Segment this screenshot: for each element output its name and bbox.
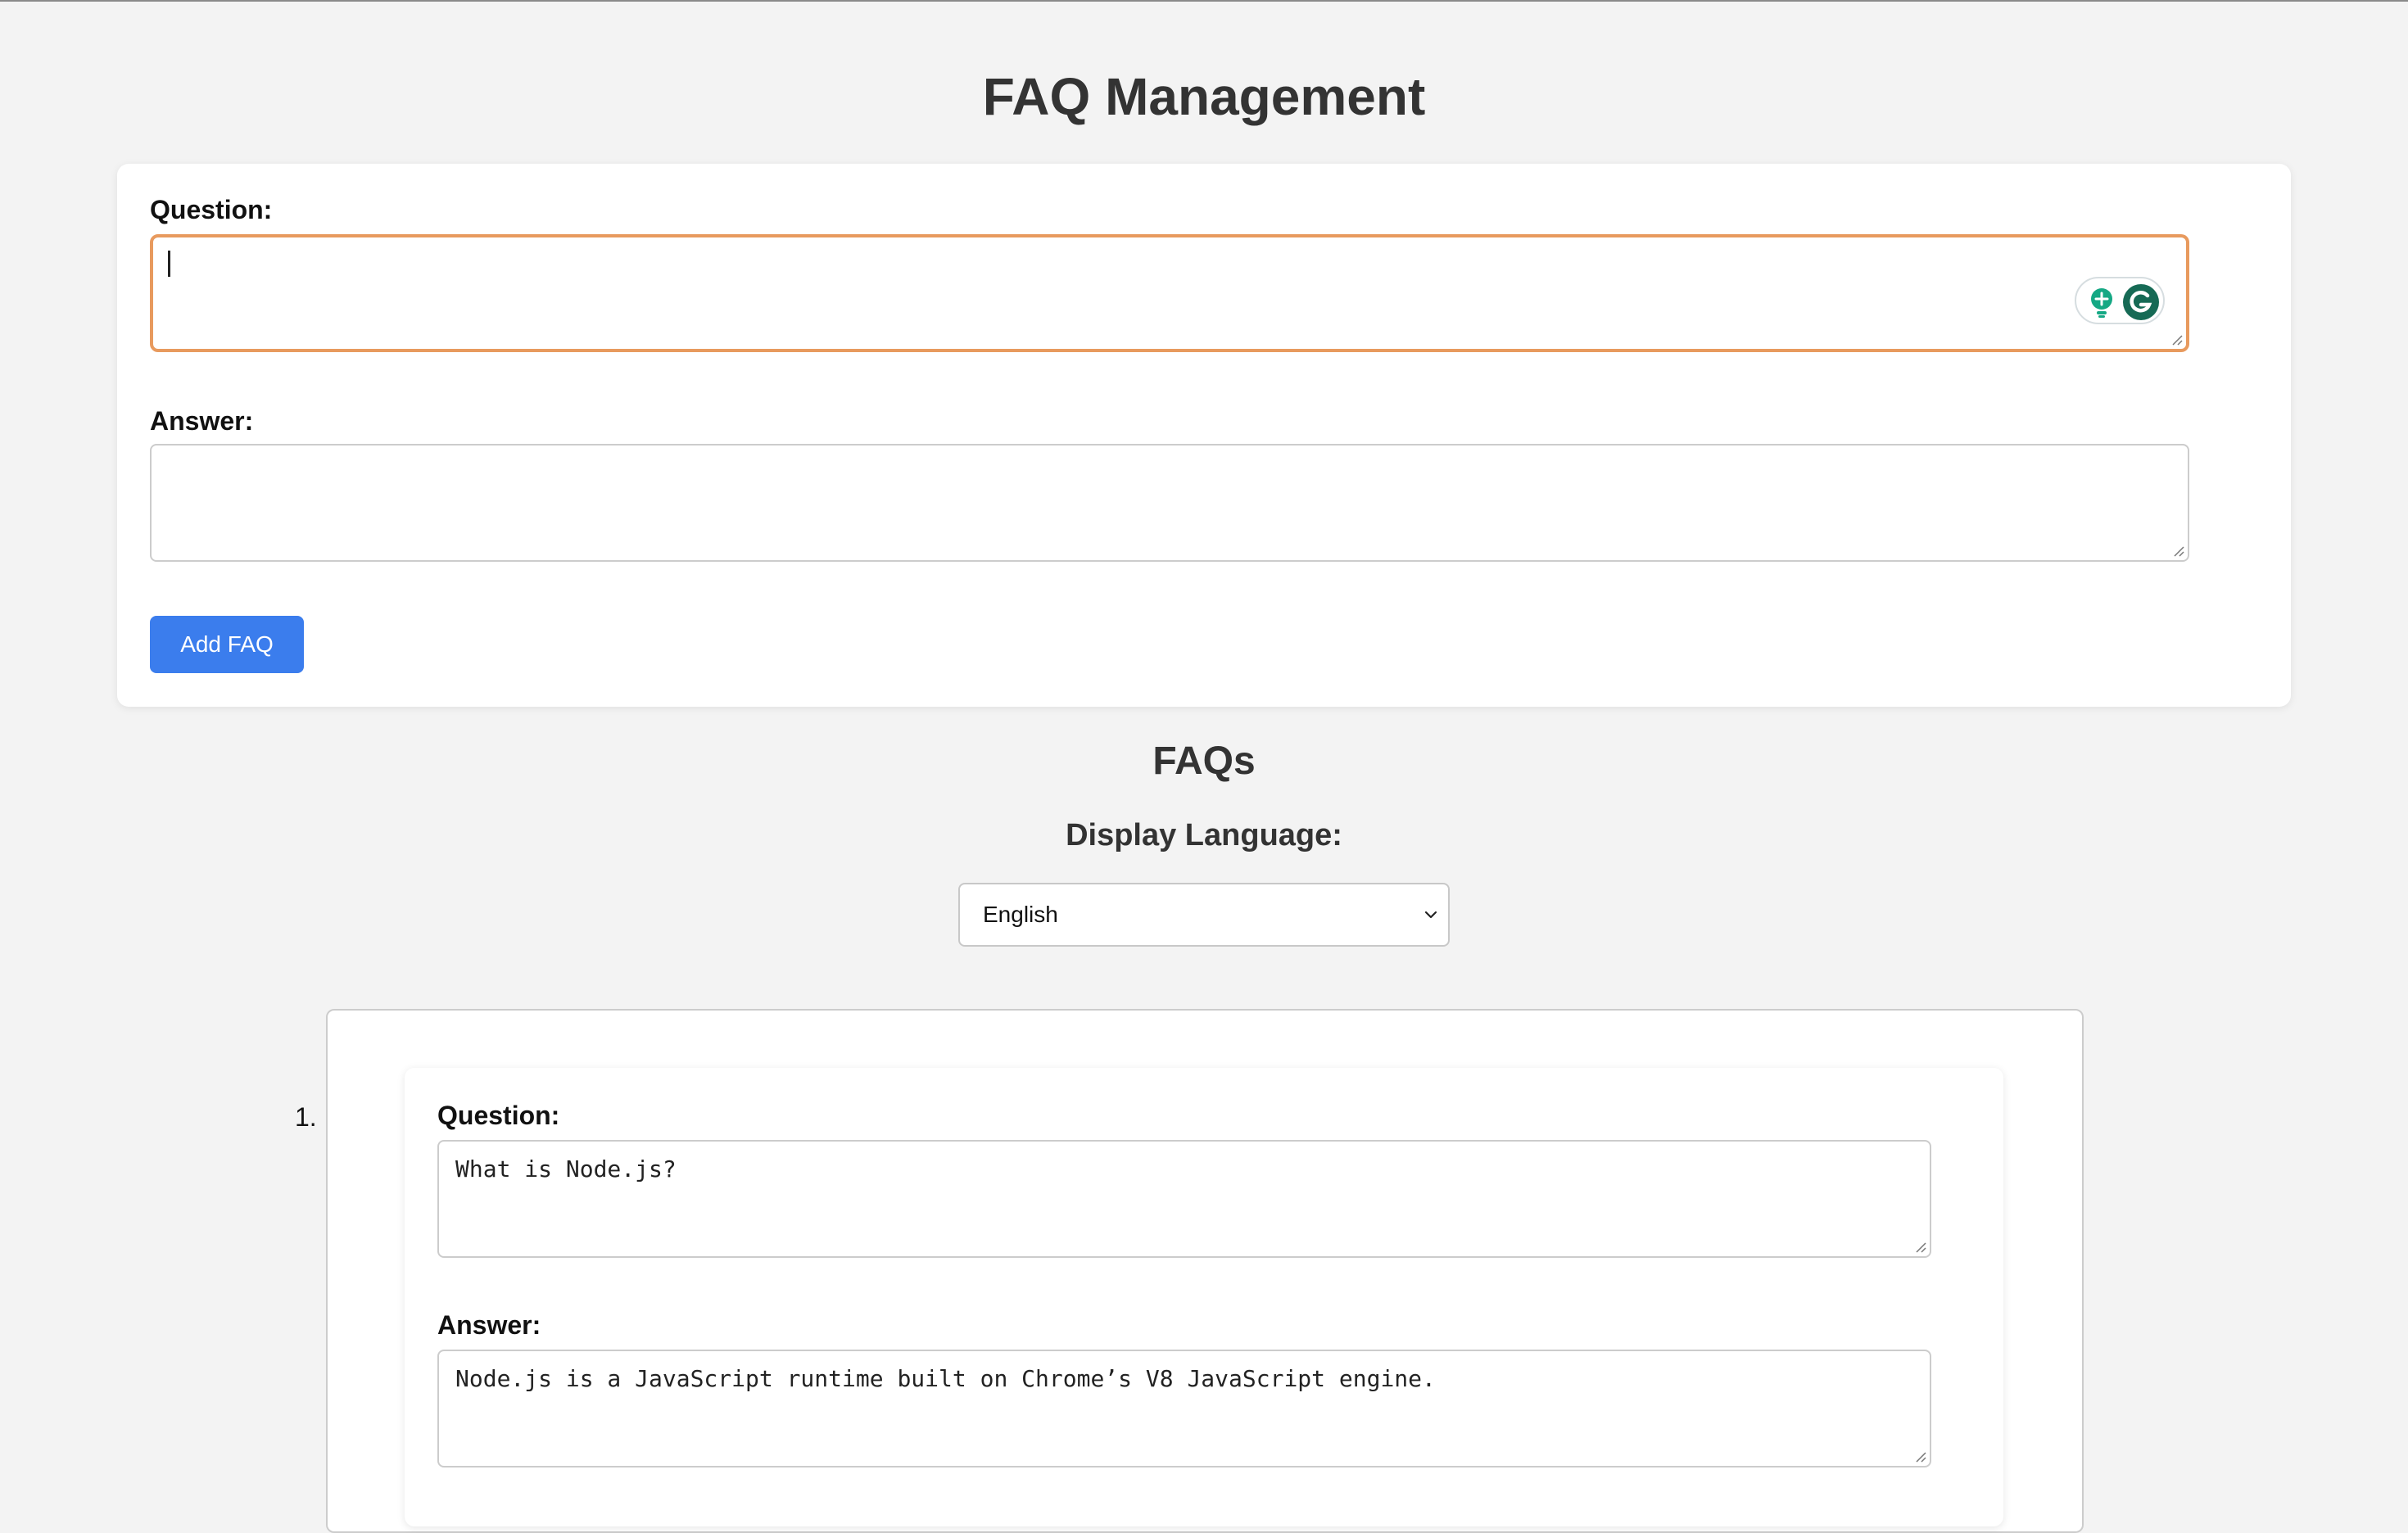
faq-answer-label: Answer: bbox=[437, 1310, 541, 1340]
faqs-heading: FAQs bbox=[1152, 739, 1256, 783]
text-caret bbox=[168, 251, 170, 277]
resize-handle-icon[interactable] bbox=[2170, 332, 2183, 346]
question-input[interactable] bbox=[150, 234, 2189, 352]
grammarly-g-icon[interactable] bbox=[2122, 283, 2160, 321]
add-faq-form: Question: Answer: Add FAQ bbox=[117, 164, 2291, 707]
grammarly-widget[interactable] bbox=[2075, 277, 2165, 324]
language-select[interactable]: English bbox=[958, 883, 1450, 947]
question-label: Question: bbox=[150, 195, 273, 224]
answer-label: Answer: bbox=[150, 406, 254, 436]
language-select-value: English bbox=[983, 902, 1058, 927]
answer-input[interactable] bbox=[150, 444, 2189, 562]
lightbulb-icon[interactable] bbox=[2088, 287, 2116, 319]
resize-handle-icon[interactable] bbox=[1913, 1449, 1926, 1463]
resize-handle-icon[interactable] bbox=[2171, 544, 2184, 557]
faq-item-card: Question: What is Node.js? Answer: Node.… bbox=[405, 1068, 2003, 1526]
resize-handle-icon[interactable] bbox=[1913, 1240, 1926, 1253]
add-faq-button[interactable]: Add FAQ bbox=[150, 616, 304, 673]
faq-question-input[interactable]: What is Node.js? bbox=[437, 1140, 1931, 1258]
page-title: FAQ Management bbox=[982, 67, 1426, 126]
display-language-heading: Display Language: bbox=[1066, 818, 1342, 852]
faq-question-label: Question: bbox=[437, 1101, 560, 1130]
faq-answer-input[interactable]: Node.js is a JavaScript runtime built on… bbox=[437, 1350, 1931, 1467]
list-item-number: 1. bbox=[295, 1102, 317, 1132]
chevron-down-icon bbox=[1424, 911, 1437, 919]
window-top-border bbox=[0, 0, 2408, 2]
